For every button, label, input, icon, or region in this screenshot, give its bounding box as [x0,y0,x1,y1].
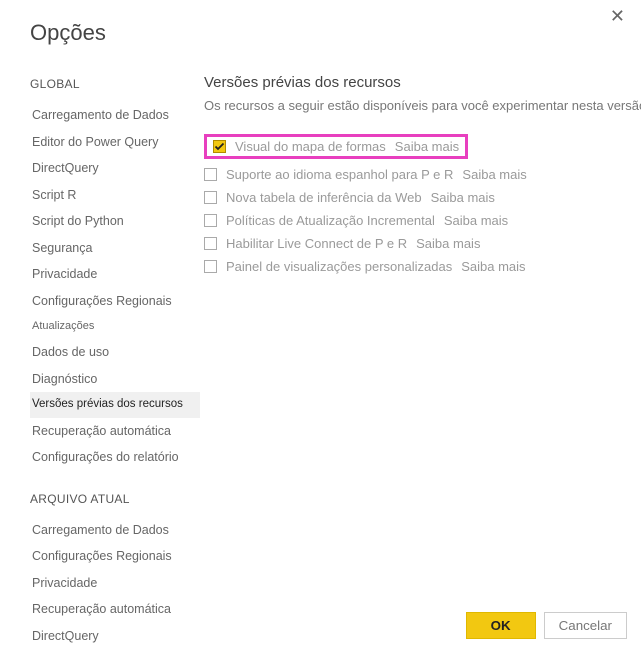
sidebar-item-file-data-load[interactable]: Carregamento de Dados [30,517,200,544]
sidebar-item-report-settings[interactable]: Configurações do relatório [30,444,200,471]
sidebar-item-file-regional[interactable]: Configurações Regionais [30,543,200,570]
feature-row: Painel de visualizações personalizadas S… [204,255,641,278]
sidebar-item-usage-data[interactable]: Dados de uso [30,339,200,366]
learn-more-link[interactable]: Saiba mais [431,190,495,205]
sidebar-item-python-script[interactable]: Script do Python [30,208,200,235]
sidebar-item-directquery[interactable]: DirectQuery [30,155,200,182]
feature-row: Suporte ao idioma espanhol para P e R Sa… [204,163,641,186]
content-pane: Versões prévias dos recursos Os recursos… [200,74,641,651]
button-bar: OK Cancelar [466,612,627,639]
sidebar-section-global: GLOBAL [30,74,200,94]
learn-more-link[interactable]: Saiba mais [462,167,526,182]
sidebar-item-security[interactable]: Segurança [30,235,200,262]
sidebar-item-file-auto-recovery[interactable]: Recuperação automática [30,596,200,623]
checkbox-icon[interactable] [204,237,217,250]
feature-label: Políticas de Atualização Incremental [226,213,435,228]
section-title: Versões prévias dos recursos [204,74,641,91]
feature-row: Visual do mapa de formas Saiba mais [204,130,641,163]
ok-button[interactable]: OK [466,612,536,639]
feature-row: Políticas de Atualização Incremental Sai… [204,209,641,232]
feature-row: Nova tabela de inferência da Web Saiba m… [204,186,641,209]
highlight-box: Visual do mapa de formas Saiba mais [204,134,468,159]
sidebar-item-file-directquery[interactable]: DirectQuery [30,623,200,650]
sidebar-item-file-privacy[interactable]: Privacidade [30,570,200,597]
sidebar-item-privacy[interactable]: Privacidade [30,261,200,288]
sidebar-item-pq-editor[interactable]: Editor do Power Query [30,129,200,156]
dialog-title: Opções [30,20,641,46]
learn-more-link[interactable]: Saiba mais [416,236,480,251]
feature-label: Painel de visualizações personalizadas [226,259,452,274]
sidebar-item-preview-features[interactable]: Versões prévias dos recursos [30,392,200,418]
feature-list: Visual do mapa de formas Saiba mais Supo… [204,130,641,278]
learn-more-link[interactable]: Saiba mais [444,213,508,228]
sidebar-item-diagnostics[interactable]: Diagnóstico [30,366,200,393]
sidebar-item-regional[interactable]: Configurações Regionais [30,288,200,315]
feature-label: Suporte ao idioma espanhol para P e R [226,167,453,182]
feature-row: Habilitar Live Connect de P e R Saiba ma… [204,232,641,255]
feature-label: Visual do mapa de formas [235,139,386,154]
checkbox-icon[interactable] [204,168,217,181]
sidebar: GLOBAL Carregamento de Dados Editor do P… [30,74,200,651]
learn-more-link[interactable]: Saiba mais [461,259,525,274]
feature-label: Nova tabela de inferência da Web [226,190,422,205]
close-button[interactable]: ✕ [604,6,631,26]
checkbox-icon[interactable] [204,191,217,204]
checkbox-icon[interactable] [213,140,226,153]
sidebar-item-r-script[interactable]: Script R [30,182,200,209]
checkbox-icon[interactable] [204,214,217,227]
sidebar-item-auto-recovery[interactable]: Recuperação automática [30,418,200,445]
sidebar-section-current-file: ARQUIVO ATUAL [30,489,200,509]
sidebar-item-updates[interactable]: Atualizações [30,314,200,339]
feature-label: Habilitar Live Connect de P e R [226,236,407,251]
cancel-button[interactable]: Cancelar [544,612,627,639]
section-help-text: Os recursos a seguir estão disponíveis p… [204,97,641,116]
sidebar-item-data-load[interactable]: Carregamento de Dados [30,102,200,129]
learn-more-link[interactable]: Saiba mais [395,139,459,154]
checkbox-icon[interactable] [204,260,217,273]
